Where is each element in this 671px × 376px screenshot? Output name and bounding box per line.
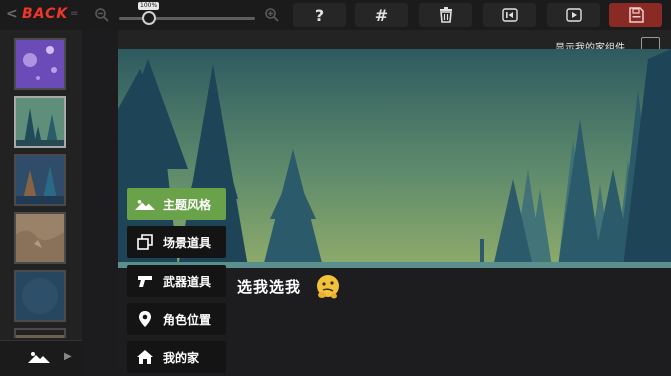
- menu-scene-props-label: 场景道具: [163, 235, 212, 250]
- zoom-slider[interactable]: [119, 17, 255, 20]
- home-icon: [137, 350, 153, 364]
- gun-icon: [138, 276, 152, 287]
- grid-button[interactable]: #: [355, 3, 408, 27]
- chat-message: 选我选我: [237, 278, 302, 296]
- menu-theme-style-label: 主题风格: [163, 197, 212, 212]
- back-lines-icon: =: [70, 8, 79, 19]
- grid-icon: #: [374, 5, 389, 25]
- save-button[interactable]: [609, 3, 662, 27]
- menu-scene-props[interactable]: 场景道具: [127, 226, 226, 258]
- play-button[interactable]: [547, 3, 600, 27]
- skip-back-icon: [501, 8, 518, 22]
- menu-weapon-props[interactable]: 武器道具: [127, 265, 226, 297]
- help-button[interactable]: ?: [293, 3, 346, 27]
- back-button[interactable]: < BACK =: [6, 5, 79, 25]
- menu-weapon-props-label: 武器道具: [163, 274, 212, 289]
- mountain-icon: [135, 199, 155, 210]
- menu-character-position[interactable]: 角色位置: [127, 303, 226, 335]
- thumbnail-desert[interactable]: [14, 212, 66, 264]
- menu-my-home-label: 我的家: [163, 350, 200, 365]
- thumbnail-next-partial[interactable]: [14, 328, 66, 338]
- top-toolbar: < BACK = 100% ? #: [0, 0, 671, 30]
- theme-category-tab[interactable]: ▶: [0, 340, 82, 376]
- thinking-emoji-icon: [317, 275, 339, 299]
- thumbnail-blue-forest[interactable]: [14, 154, 66, 206]
- trash-icon: [439, 7, 452, 23]
- menu-theme-style[interactable]: 主题风格: [127, 188, 226, 220]
- menu-character-position-label: 角色位置: [163, 312, 212, 327]
- chevron-right-icon: ▶: [64, 351, 72, 362]
- back-arrow-icon: <: [6, 6, 18, 22]
- save-icon: [628, 7, 644, 23]
- mountain-icon: [28, 352, 50, 363]
- location-pin-icon: [139, 311, 151, 327]
- restart-button[interactable]: [483, 3, 536, 27]
- zoom-out-icon[interactable]: [94, 7, 110, 23]
- menu-my-home[interactable]: 我的家: [127, 341, 226, 373]
- thumbnail-deep-blue[interactable]: [14, 270, 66, 322]
- thumbnail-purple-night[interactable]: [14, 38, 66, 90]
- zoom-in-icon[interactable]: [264, 7, 280, 23]
- theme-thumbnail-strip: [0, 30, 82, 375]
- play-icon: [565, 8, 582, 22]
- thumbnail-forest[interactable]: [14, 96, 66, 148]
- zoom-slider-handle[interactable]: [141, 11, 156, 25]
- copy-icon: [137, 234, 153, 250]
- delete-button[interactable]: [419, 3, 472, 27]
- zoom-value: 100%: [138, 2, 160, 10]
- back-label: BACK: [22, 6, 69, 22]
- help-icon: ?: [314, 5, 325, 25]
- panel-gutter: [82, 30, 118, 375]
